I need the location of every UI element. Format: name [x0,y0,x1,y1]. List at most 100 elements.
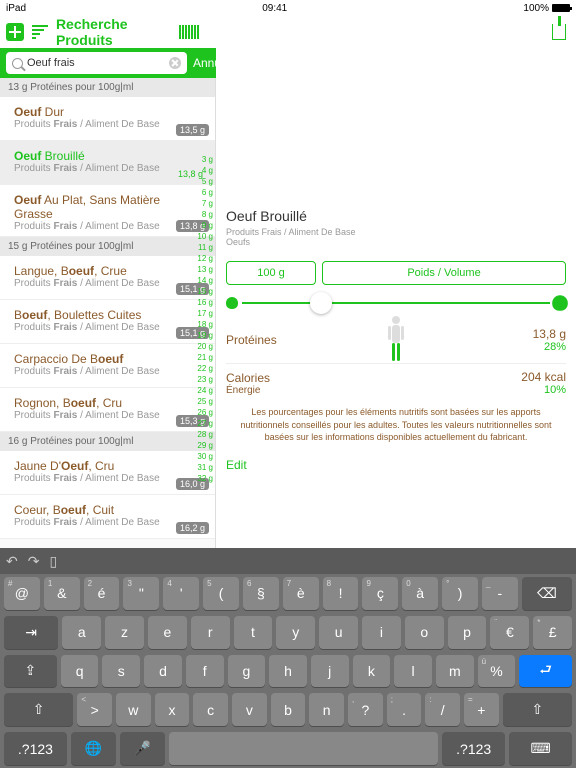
key[interactable]: :/ [425,693,460,726]
key[interactable]: 8! [323,577,359,610]
result-item[interactable]: Boeuf, Boulettes CuitesProduits Frais / … [0,300,215,344]
key[interactable]: 9ç [362,577,398,610]
slider-track[interactable] [242,302,550,304]
search-input-wrap[interactable] [6,52,187,74]
weight-volume-button[interactable]: Poids / Volume [322,261,566,285]
result-item[interactable]: Coeur, Boeuf, CuitProduits Frais / Alime… [0,495,215,539]
search-input[interactable] [27,57,169,69]
result-item[interactable]: Langue, Boeuf, CrueProduits Frais / Alim… [0,256,215,300]
key[interactable]: a [62,616,101,649]
clipboard-icon[interactable]: ▯ [49,553,57,570]
key[interactable]: 🌐 [71,732,116,765]
sort-button[interactable] [31,21,50,43]
key[interactable]: d [144,655,182,688]
apple-icon [226,297,238,309]
key[interactable]: ¨€ [490,616,529,649]
key[interactable]: t [234,616,273,649]
key[interactable]: _- [482,577,518,610]
key[interactable]: =+ [464,693,499,726]
result-item[interactable]: Oeuf DurProduits Frais / Aliment De Base… [0,97,215,141]
edit-link[interactable]: Edit [226,458,566,472]
clear-icon[interactable] [169,57,181,69]
key[interactable]: g [228,655,266,688]
key[interactable]: s [102,655,140,688]
key[interactable]: ;. [387,693,422,726]
key[interactable]: .?123 [4,732,67,765]
key[interactable]: ⇧ [4,693,73,726]
key[interactable]: m [436,655,474,688]
result-item[interactable]: Oeuf BrouilléProduits Frais / Aliment De… [0,141,215,185]
key[interactable]: v [232,693,267,726]
key[interactable]: 6§ [243,577,279,610]
add-button[interactable] [6,21,25,43]
key[interactable]: ,? [348,693,383,726]
key[interactable]: 1& [44,577,80,610]
result-item[interactable]: Jaune D'Oeuf, CruProduits Frais / Alimen… [0,451,215,495]
key[interactable]: 4' [163,577,199,610]
key[interactable]: k [353,655,391,688]
key[interactable]: j [311,655,349,688]
key[interactable]: i [362,616,401,649]
results-list[interactable]: 13 g Protéines pour 100g|mlOeuf DurProdu… [0,78,216,548]
key[interactable]: h [269,655,307,688]
key[interactable]: ù% [478,655,516,688]
key[interactable]: r [191,616,230,649]
key[interactable]: .?123 [442,732,505,765]
key[interactable]: <> [77,693,112,726]
key[interactable]: 5( [203,577,239,610]
key[interactable]: q [61,655,99,688]
key[interactable]: y [276,616,315,649]
key[interactable]: 3" [123,577,159,610]
item-sub: Produits Frais / Aliment De Base [14,517,201,528]
redo-icon[interactable]: ↷ [28,553,40,570]
item-name: Oeuf Brouillé [14,149,201,163]
key[interactable]: °) [442,577,478,610]
key[interactable]: ⌨ [509,732,572,765]
key[interactable]: 7è [283,577,319,610]
battery-icon [552,4,570,12]
key[interactable]: f [186,655,224,688]
keyboard[interactable]: ↶ ↷ ▯ #@1&2é3"4'5(6§7è8!9ç0à°)_-⌫ ⇥azert… [0,548,576,768]
key[interactable]: ⇥ [4,616,58,649]
key[interactable]: 0à [402,577,438,610]
nutrient-value: 204 kcal [521,370,566,384]
key[interactable]: z [105,616,144,649]
key[interactable]: o [405,616,444,649]
result-item[interactable]: Carpaccio De BoeufProduits Frais / Alime… [0,344,215,388]
key[interactable]: l [394,655,432,688]
key[interactable]: 🎤 [120,732,165,765]
cancel-button[interactable]: Annuler [193,56,234,70]
nutrient-value: 13,8 g [533,327,566,341]
key[interactable]: c [193,693,228,726]
sort-icon [32,25,48,39]
search-bar: Annuler [0,48,216,78]
key[interactable]: u [319,616,358,649]
key[interactable]: ⇪ [4,655,57,688]
key[interactable]: p [448,616,487,649]
item-name: Oeuf Dur [14,105,201,119]
key[interactable]: n [309,693,344,726]
barcode-button[interactable] [178,21,200,43]
share-icon [552,24,566,40]
item-name: Boeuf, Boulettes Cuites [14,308,201,322]
key[interactable]: ⮐ [519,655,572,688]
share-button[interactable] [548,21,570,43]
key[interactable]: e [148,616,187,649]
amount-button[interactable]: 100 g [226,261,316,285]
undo-icon[interactable]: ↶ [6,553,18,570]
key[interactable] [169,732,439,765]
item-sub: Produits Frais / Aliment De Base [14,410,201,421]
key[interactable]: #@ [4,577,40,610]
key[interactable]: ⇧ [503,693,572,726]
result-item[interactable]: Oeuf Au Plat, Sans Matière GrasseProduit… [0,185,215,237]
item-name: Rognon, Boeuf, Cru [14,396,201,410]
key[interactable]: b [271,693,306,726]
key[interactable]: 2é [84,577,120,610]
key[interactable]: ⌫ [522,577,572,610]
portion-slider[interactable] [226,297,566,309]
key[interactable]: *£ [533,616,572,649]
result-item[interactable]: Rognon, Boeuf, CruProduits Frais / Alime… [0,388,215,432]
key[interactable]: x [155,693,190,726]
key[interactable]: w [116,693,151,726]
section-header: 13 g Protéines pour 100g|ml [0,78,215,97]
